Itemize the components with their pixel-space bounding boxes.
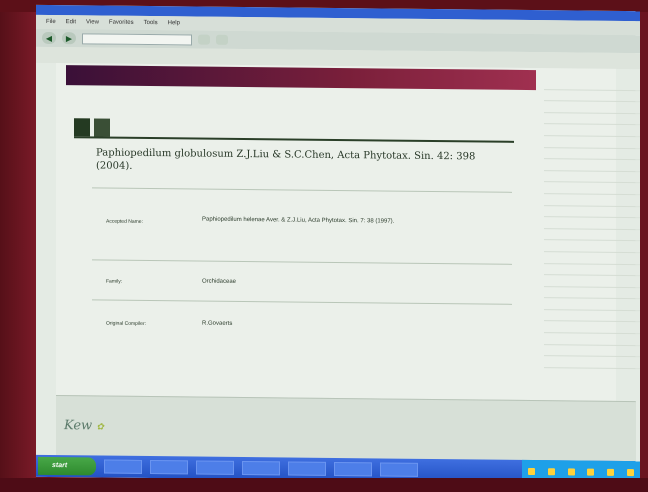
- tab-bibliography[interactable]: [74, 118, 90, 137]
- sidebar-item[interactable]: [544, 194, 640, 207]
- tab-synonymy[interactable]: [94, 118, 110, 137]
- address-bar[interactable]: [82, 32, 192, 45]
- footer-column: [276, 402, 356, 429]
- field-label: Accepted Name:: [106, 218, 143, 225]
- menu-favorites[interactable]: Favorites: [109, 20, 134, 26]
- footer-link[interactable]: [176, 421, 256, 428]
- sidebar-item[interactable]: [544, 321, 640, 335]
- monitor-bezel-left: [0, 0, 36, 492]
- sidebar-item[interactable]: [544, 159, 640, 172]
- sidebar-item[interactable]: [544, 286, 640, 300]
- forward-button[interactable]: ▶: [62, 32, 76, 45]
- tray-icon[interactable]: [606, 468, 614, 476]
- field-value: Orchidaceae: [202, 278, 237, 285]
- sidebar-item[interactable]: [544, 263, 640, 277]
- footer-column: [466, 404, 546, 431]
- field-row-accepted-name: Accepted Name: Paphiopedilum helenae Ave…: [92, 187, 512, 264]
- footer-link[interactable]: [466, 424, 546, 431]
- back-arrow-icon: ◀: [45, 33, 53, 43]
- sidebar-item[interactable]: [544, 217, 640, 230]
- tray-icon[interactable]: [567, 467, 575, 475]
- tray-icon[interactable]: [626, 468, 634, 476]
- taskbar-item[interactable]: [380, 462, 418, 477]
- menu-view[interactable]: View: [86, 19, 99, 25]
- menu-edit[interactable]: Edit: [66, 19, 76, 25]
- genus-sidebar: [544, 78, 640, 370]
- species-title: Paphiopedilum globulosum Z.J.Liu & S.C.C…: [96, 147, 476, 172]
- tab-divider: [74, 136, 514, 143]
- menu-help[interactable]: Help: [168, 20, 180, 26]
- forward-arrow-icon: ▶: [65, 33, 73, 43]
- tray-icon[interactable]: [587, 468, 595, 476]
- taskbar-item[interactable]: [150, 460, 188, 475]
- footer-column: [546, 405, 626, 432]
- footer-link[interactable]: [546, 425, 626, 432]
- sidebar-item[interactable]: [544, 356, 640, 370]
- sidebar-item[interactable]: [544, 298, 640, 312]
- monitor-bezel-bottom: [0, 478, 648, 492]
- sidebar-item[interactable]: [544, 228, 640, 242]
- sidebar-item[interactable]: [544, 78, 640, 91]
- tray-icon[interactable]: [528, 467, 536, 475]
- taskbar-item[interactable]: [288, 461, 326, 476]
- footer-link[interactable]: [376, 423, 456, 430]
- sidebar-item[interactable]: [544, 147, 640, 161]
- sidebar-item[interactable]: [544, 333, 640, 346]
- sidebar-item[interactable]: [544, 310, 640, 323]
- web-page: Paphiopedilum globulosum Z.J.Liu & S.C.C…: [56, 63, 640, 401]
- browser-tab-2[interactable]: [216, 34, 228, 45]
- site-footer: Kew ✿: [56, 395, 636, 462]
- sidebar-item[interactable]: [544, 112, 640, 126]
- kew-logo[interactable]: Kew ✿: [64, 418, 104, 433]
- sidebar-item[interactable]: [544, 205, 640, 219]
- site-banner[interactable]: [66, 65, 536, 91]
- menu-tools[interactable]: Tools: [144, 20, 158, 26]
- leaf-icon: ✿: [96, 422, 104, 433]
- sidebar-item[interactable]: [544, 136, 640, 149]
- record-tabs: [74, 118, 110, 137]
- back-button[interactable]: ◀: [42, 31, 56, 45]
- field-row-family: Family: Orchidaceae: [92, 259, 512, 304]
- field-label: Original Compiler:: [106, 320, 147, 327]
- sidebar-item[interactable]: [544, 344, 640, 358]
- field-label: Family:: [106, 278, 123, 285]
- tray-icon[interactable]: [547, 467, 555, 475]
- footer-link[interactable]: [276, 422, 356, 429]
- screen: File Edit View Favorites Tools Help ◀ ▶ …: [36, 4, 640, 484]
- menu-file[interactable]: File: [46, 19, 56, 25]
- accepted-name-link[interactable]: Paphiopedilum helenae Aver. & Z.J.Liu, A…: [202, 216, 502, 228]
- field-value: R.Govaerts: [202, 320, 233, 327]
- start-button[interactable]: start: [38, 456, 96, 476]
- taskbar-item[interactable]: [196, 460, 234, 475]
- field-row-compiler: Original Compiler: R.Govaerts: [92, 299, 512, 344]
- sidebar-item[interactable]: [544, 170, 640, 184]
- kew-logo-text: Kew: [64, 418, 93, 434]
- sidebar-item[interactable]: [544, 252, 640, 265]
- taskbar-item[interactable]: [334, 461, 372, 477]
- sidebar-item[interactable]: [544, 101, 640, 114]
- sidebar-item[interactable]: [544, 182, 640, 196]
- sidebar-item[interactable]: [544, 275, 640, 288]
- sidebar-item[interactable]: [544, 124, 640, 138]
- taskbar-item[interactable]: [242, 460, 280, 476]
- footer-column: [376, 403, 456, 430]
- sidebar-item[interactable]: [544, 89, 640, 103]
- taskbar-item[interactable]: [104, 459, 142, 474]
- sidebar-item[interactable]: [544, 240, 640, 254]
- footer-column: [176, 401, 256, 428]
- browser-tab-1[interactable]: [198, 34, 210, 45]
